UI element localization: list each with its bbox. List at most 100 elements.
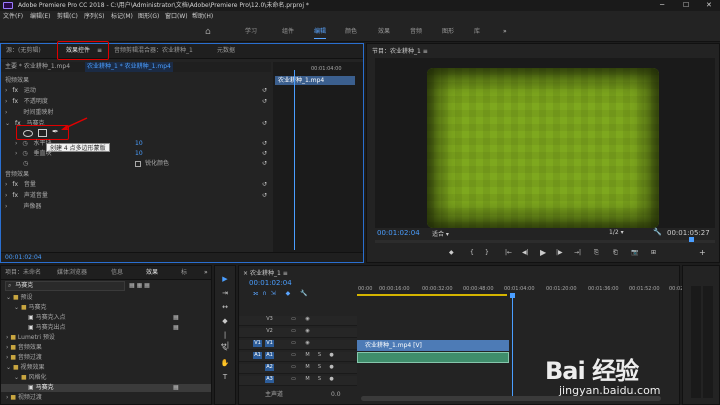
- mute-button[interactable]: M: [303, 364, 312, 371]
- menu-help[interactable]: 帮助(H): [192, 11, 213, 22]
- fx-badge[interactable]: fx: [12, 98, 18, 105]
- tree-item-video-transitions[interactable]: › ■ 视频过渡: [1, 394, 211, 402]
- mark-in-button[interactable]: {: [470, 249, 474, 256]
- reset-icon[interactable]: ↺: [262, 160, 267, 168]
- tab-media-browser[interactable]: 媒体浏览器: [57, 266, 87, 280]
- mark-out-button[interactable]: }: [485, 249, 489, 256]
- effect-row-time-remap[interactable]: › 时间重映射: [1, 109, 363, 117]
- workspace-assembly[interactable]: 组件: [282, 22, 294, 42]
- tree-item-stylize[interactable]: ⌄ ■ 风格化: [1, 374, 211, 382]
- tree-item-mosaic-out[interactable]: ▣ 马赛克出点 ▦: [1, 324, 211, 332]
- more-workspaces-button[interactable]: »: [503, 22, 507, 42]
- param-value[interactable]: 10: [135, 140, 143, 148]
- param-value[interactable]: 10: [135, 150, 143, 158]
- video-canvas[interactable]: [375, 58, 715, 228]
- sync-lock-icon[interactable]: ▭: [289, 316, 298, 323]
- workspace-libraries[interactable]: 库: [474, 22, 480, 42]
- solo-button[interactable]: S: [315, 352, 324, 359]
- slip-tool[interactable]: |↔|: [220, 330, 230, 349]
- menu-file[interactable]: 文件(F): [3, 11, 23, 22]
- more-tabs-button[interactable]: »: [204, 266, 208, 280]
- wrench-icon[interactable]: 🔧: [653, 228, 662, 236]
- reset-icon[interactable]: ↺: [262, 150, 267, 158]
- reset-icon[interactable]: ↺: [262, 181, 267, 189]
- workspace-effects[interactable]: 效果: [378, 22, 390, 42]
- hand-tool[interactable]: ✋: [220, 358, 230, 368]
- step-back-button[interactable]: ◀|: [522, 249, 529, 256]
- workspace-graphics[interactable]: 图形: [442, 22, 454, 42]
- tree-item-video-effects[interactable]: ⌄ ■ 视频效果: [1, 364, 211, 372]
- reset-icon[interactable]: ↺: [262, 120, 267, 128]
- accelerated-icons[interactable]: ▦ ▦ ▦: [129, 282, 150, 289]
- tree-item-lumetri[interactable]: › ■ Lumetri 预设: [1, 334, 211, 342]
- razor-tool[interactable]: ◆: [220, 316, 230, 326]
- timeline-tab[interactable]: × 农业耕种_1 ≡: [243, 268, 288, 277]
- source-patch[interactable]: V1: [253, 340, 262, 347]
- timeline-tool-icons[interactable]: ⟗∩⇲ ◆ 🔧: [253, 290, 312, 298]
- timeline-ruler[interactable]: 00:00 00:00:16:00 00:00:32:00 00:00:48:0…: [357, 284, 700, 298]
- scrubber-playhead[interactable]: [689, 237, 694, 242]
- stopwatch-icon[interactable]: ◷: [23, 160, 28, 167]
- menu-clip[interactable]: 剪辑(C): [57, 11, 78, 22]
- solo-button[interactable]: S: [315, 376, 324, 383]
- sync-lock-icon[interactable]: ▭: [289, 352, 298, 359]
- sync-lock-icon[interactable]: ▭: [289, 328, 298, 335]
- vr-icon[interactable]: ⊞: [651, 249, 656, 256]
- mic-icon[interactable]: ●: [327, 352, 336, 359]
- param-row-sharpen[interactable]: ◷ 锐化颜色 ↺: [1, 160, 363, 168]
- chevron-right-icon[interactable]: ›: [5, 192, 7, 199]
- eye-icon[interactable]: ◉: [303, 340, 312, 347]
- tree-item-audio-effects[interactable]: › ■ 音频效果: [1, 344, 211, 352]
- menu-marker[interactable]: 标记(M): [111, 11, 133, 22]
- chevron-right-icon[interactable]: ›: [5, 109, 7, 116]
- chevron-right-icon[interactable]: ›: [15, 150, 17, 157]
- effect-row-motion[interactable]: › fx 运动 ↺: [1, 87, 363, 95]
- tree-item-mosaic-in[interactable]: ▣ 马赛克入点 ▦: [1, 314, 211, 322]
- menu-graphics[interactable]: 图形(G): [138, 11, 159, 22]
- track-label[interactable]: A2: [265, 364, 274, 371]
- chevron-right-icon[interactable]: ›: [5, 203, 7, 210]
- chevron-down-icon[interactable]: ⌄: [5, 120, 10, 127]
- tree-item-mosaic-folder[interactable]: ⌄ ■ 马赛克: [1, 304, 211, 312]
- chevron-right-icon[interactable]: ›: [5, 98, 7, 105]
- search-input[interactable]: 马赛克: [15, 282, 33, 289]
- type-tool[interactable]: T: [220, 372, 230, 382]
- sequence-clip-label[interactable]: 农业耕种_1 * 农业耕种_1.mp4: [85, 62, 173, 72]
- footer-timecode[interactable]: 00:01:02:04: [5, 253, 42, 263]
- track-label[interactable]: A3: [265, 376, 274, 383]
- program-timecode[interactable]: 00:01:02:04: [377, 229, 420, 237]
- workspace-learn[interactable]: 学习: [245, 22, 257, 42]
- workspace-audio[interactable]: 音频: [410, 22, 422, 42]
- timeline-timecode[interactable]: 00:01:02:04: [249, 279, 292, 287]
- mic-icon[interactable]: ●: [327, 376, 336, 383]
- tab-source[interactable]: 源：(无剪辑): [6, 44, 41, 58]
- workspace-color[interactable]: 颜色: [345, 22, 357, 42]
- fit-dropdown[interactable]: 适合 ▾: [432, 229, 449, 238]
- track-label[interactable]: V1: [265, 340, 274, 347]
- mute-button[interactable]: M: [303, 352, 312, 359]
- fx-badge[interactable]: fx: [12, 181, 18, 188]
- tree-item-mosaic-effect[interactable]: ▣ 马赛克 ▦: [1, 384, 211, 392]
- sync-lock-icon[interactable]: ▭: [289, 340, 298, 347]
- menu-window[interactable]: 窗口(W): [165, 11, 188, 22]
- workspace-editing[interactable]: 编辑: [314, 22, 327, 42]
- effect-row-opacity[interactable]: › fx 不透明度 ↺: [1, 98, 363, 106]
- eye-icon[interactable]: ◉: [303, 328, 312, 335]
- reset-icon[interactable]: ↺: [262, 140, 267, 148]
- menu-sequence[interactable]: 序列(S): [84, 11, 105, 22]
- tab-markers[interactable]: 标: [181, 266, 187, 280]
- mic-icon[interactable]: ●: [327, 364, 336, 371]
- resolution-dropdown[interactable]: 1/2 ▾: [609, 229, 624, 236]
- effect-row-panner[interactable]: › 声像器: [1, 203, 363, 211]
- param-row-vertical[interactable]: › ◷ 垂直块 10 ↺: [1, 150, 363, 158]
- video-clip[interactable]: 农业耕种_1.mp4 [V]: [357, 340, 509, 351]
- effect-row-channel-volume[interactable]: › fx 声道音量 ↺: [1, 192, 363, 200]
- stopwatch-icon[interactable]: ◷: [22, 140, 27, 147]
- effects-search-box[interactable]: ⌕ 马赛克: [5, 281, 125, 291]
- close-button[interactable]: ✕: [706, 0, 712, 11]
- chevron-right-icon[interactable]: ›: [15, 140, 17, 147]
- tree-item-presets[interactable]: ⌄ ■ 预设: [1, 294, 211, 302]
- master-clip-label[interactable]: 主要 * 农业耕种_1.mp4: [5, 62, 70, 72]
- go-to-out-button[interactable]: →|: [574, 249, 581, 256]
- sharpen-checkbox[interactable]: [135, 161, 141, 167]
